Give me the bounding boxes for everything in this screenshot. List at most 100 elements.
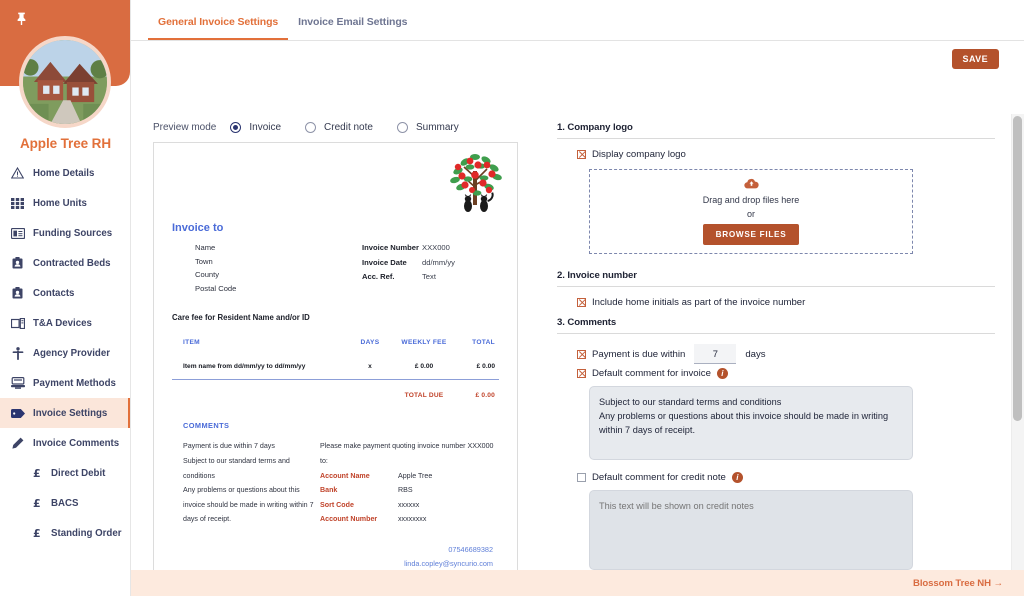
tab-general-invoice-settings[interactable]: General Invoice Settings [148, 16, 289, 40]
contact-phone: 07546689382 [448, 544, 493, 554]
invoice-line-table: ITEM DAYS WEEKLY FEE TOTAL Item name fro… [172, 339, 499, 399]
invoice-preview-card: Invoice to Name Town County Postal Code … [153, 142, 518, 596]
table-header-row: ITEM DAYS WEEKLY FEE TOTAL [172, 339, 499, 363]
meta-key: Acc. Ref. [362, 272, 395, 281]
include-home-initials-row[interactable]: Include home initials as part of the inv… [577, 297, 995, 308]
sidebar-item-payment-methods[interactable]: Payment Methods [0, 368, 130, 398]
section-body-company-logo: Display company logo Drag and drop files… [557, 139, 995, 254]
tab-bar: General Invoice Settings Invoice Email S… [131, 0, 1024, 41]
comment-line: Subject to our standard terms and condit… [183, 456, 290, 480]
dropzone-text: Drag and drop files here [702, 195, 800, 205]
dropzone-or: or [746, 209, 755, 219]
bank-key: Sort Code [320, 500, 354, 509]
pound-icon: £ [30, 526, 44, 541]
page-scrollbar-track[interactable] [1011, 114, 1024, 596]
default-credit-comment-textarea[interactable] [589, 490, 913, 570]
sidebar-item-label: Funding Sources [33, 227, 113, 239]
sidebar-item-label: Home Units [33, 197, 87, 209]
display-company-logo-row[interactable]: Display company logo [577, 149, 995, 160]
cloud-upload-icon [743, 178, 759, 191]
tag-icon [9, 406, 26, 421]
sidebar-item-funding-sources[interactable]: Funding Sources [0, 218, 130, 248]
radio-credit-note-label: Credit note [324, 122, 373, 133]
payment-due-days-input[interactable] [694, 344, 737, 364]
info-icon[interactable]: i [716, 368, 728, 379]
info-icon[interactable]: i [731, 472, 743, 483]
invoice-header-grid: Name Town County Postal Code Invoice Num… [172, 241, 499, 295]
radio-summary[interactable]: Summary [396, 122, 459, 133]
default-comment-credit-row[interactable]: Default comment for credit note i [577, 472, 995, 483]
display-company-logo-label: Display company logo [592, 149, 686, 160]
address-line: County [195, 270, 220, 280]
default-comment-invoice-row[interactable]: Default comment for invoice i [577, 368, 995, 379]
address-line: Postal Code [195, 283, 237, 293]
pin-icon[interactable] [14, 10, 28, 26]
radio-summary-label: Summary [415, 122, 459, 133]
sidebar-item-label: Direct Debit [51, 467, 106, 479]
bank-value: xxxxxx [398, 500, 420, 509]
settings-content: Preview mode Invoice Credit note Summary [131, 78, 1024, 596]
page-scrollbar-thumb[interactable] [1013, 116, 1022, 421]
payment-intro: Please make payment quoting invoice numb… [320, 442, 494, 465]
payment-due-row[interactable]: Payment is due within days [577, 344, 995, 364]
sidebar-item-bacs[interactable]: £ BACS [0, 488, 130, 518]
section-title-invoice-number: 2. Invoice number [557, 270, 995, 287]
preview-mode-row: Preview mode Invoice Credit note Summary [153, 122, 518, 133]
invoice-meta-block: Invoice Number XXX000 Invoice Date dd/mm… [362, 241, 499, 295]
comment-line: Payment is due within 7 days [183, 442, 275, 451]
radio-summary-dot[interactable] [396, 122, 408, 133]
sidebar-item-agency-provider[interactable]: Agency Provider [0, 338, 130, 368]
device-icon [9, 316, 26, 331]
default-comment-credit-checkbox[interactable] [577, 473, 586, 482]
default-invoice-comment-textarea[interactable] [589, 386, 913, 460]
avatar[interactable] [19, 36, 111, 128]
cell-item: Item name from dd/mm/yy to dd/mm/yy [183, 363, 306, 371]
radio-credit-note-dot[interactable] [305, 122, 317, 133]
sidebar-item-home-details[interactable]: Home Details [0, 158, 130, 188]
card-reader-icon [9, 376, 26, 391]
tab-invoice-email-settings[interactable]: Invoice Email Settings [288, 16, 417, 40]
bank-row: Account Number xxxxxxxx [320, 512, 499, 527]
radio-invoice-dot[interactable] [230, 122, 242, 133]
sidebar-item-label: Payment Methods [33, 377, 116, 389]
total-due-value: £ 0.00 [475, 392, 495, 400]
total-due-label: TOTAL DUE [404, 392, 444, 400]
payment-due-checkbox[interactable] [577, 349, 586, 359]
table-row: Item name from dd/mm/yy to dd/mm/yy x £ … [172, 363, 499, 381]
comment-line: Any problems or questions about this inv… [183, 486, 314, 524]
default-comment-invoice-checkbox[interactable] [577, 369, 586, 378]
sidebar-item-invoice-comments[interactable]: Invoice Comments [0, 428, 130, 458]
cell-days: x [368, 363, 372, 371]
bank-value: xxxxxxxx [398, 515, 427, 524]
next-home-link[interactable]: Blossom Tree NH → [913, 578, 1003, 589]
invoice-address-block: Name Town County Postal Code [172, 241, 362, 295]
sidebar-item-direct-debit[interactable]: £ Direct Debit [0, 458, 130, 488]
svg-text:£: £ [33, 527, 41, 539]
logo-dropzone[interactable]: Drag and drop files here or BROWSE FILES [589, 169, 913, 254]
sidebar-item-home-units[interactable]: Home Units [0, 188, 130, 218]
svg-text:£: £ [33, 467, 41, 479]
sidebar-item-label: Standing Order [51, 527, 122, 539]
section-title-comments: 3. Comments [557, 317, 995, 334]
bank-row: Account Name Apple Tree [320, 469, 499, 484]
display-company-logo-checkbox[interactable] [577, 150, 586, 159]
meta-key: Invoice Date [362, 257, 407, 267]
include-home-initials-checkbox[interactable] [577, 298, 586, 307]
apple-tree-logo-icon [442, 149, 508, 213]
section-body-comments: Payment is due within days Default comme… [557, 334, 995, 570]
sidebar-item-contracted-beds[interactable]: Contracted Beds [0, 248, 130, 278]
browse-files-button[interactable]: BROWSE FILES [702, 224, 800, 245]
sidebar-item-label: BACS [51, 497, 79, 509]
sidebar: Apple Tree RH Home Details Home Units Fu… [0, 0, 131, 596]
radio-invoice[interactable]: Invoice [230, 122, 281, 133]
save-button[interactable]: SAVE [951, 49, 999, 69]
sidebar-item-ta-devices[interactable]: T&A Devices [0, 308, 130, 338]
sidebar-item-invoice-settings[interactable]: Invoice Settings [0, 398, 130, 428]
home-name: Apple Tree RH [20, 136, 111, 151]
radio-credit-note[interactable]: Credit note [305, 122, 373, 133]
sidebar-item-standing-order[interactable]: £ Standing Order [0, 518, 130, 548]
sidebar-item-contacts[interactable]: Contacts [0, 278, 130, 308]
section-title-company-logo: 1. Company logo [557, 122, 995, 139]
sidebar-nav: Home Details Home Units Funding Sources … [0, 158, 130, 548]
svg-text:£: £ [33, 497, 41, 509]
